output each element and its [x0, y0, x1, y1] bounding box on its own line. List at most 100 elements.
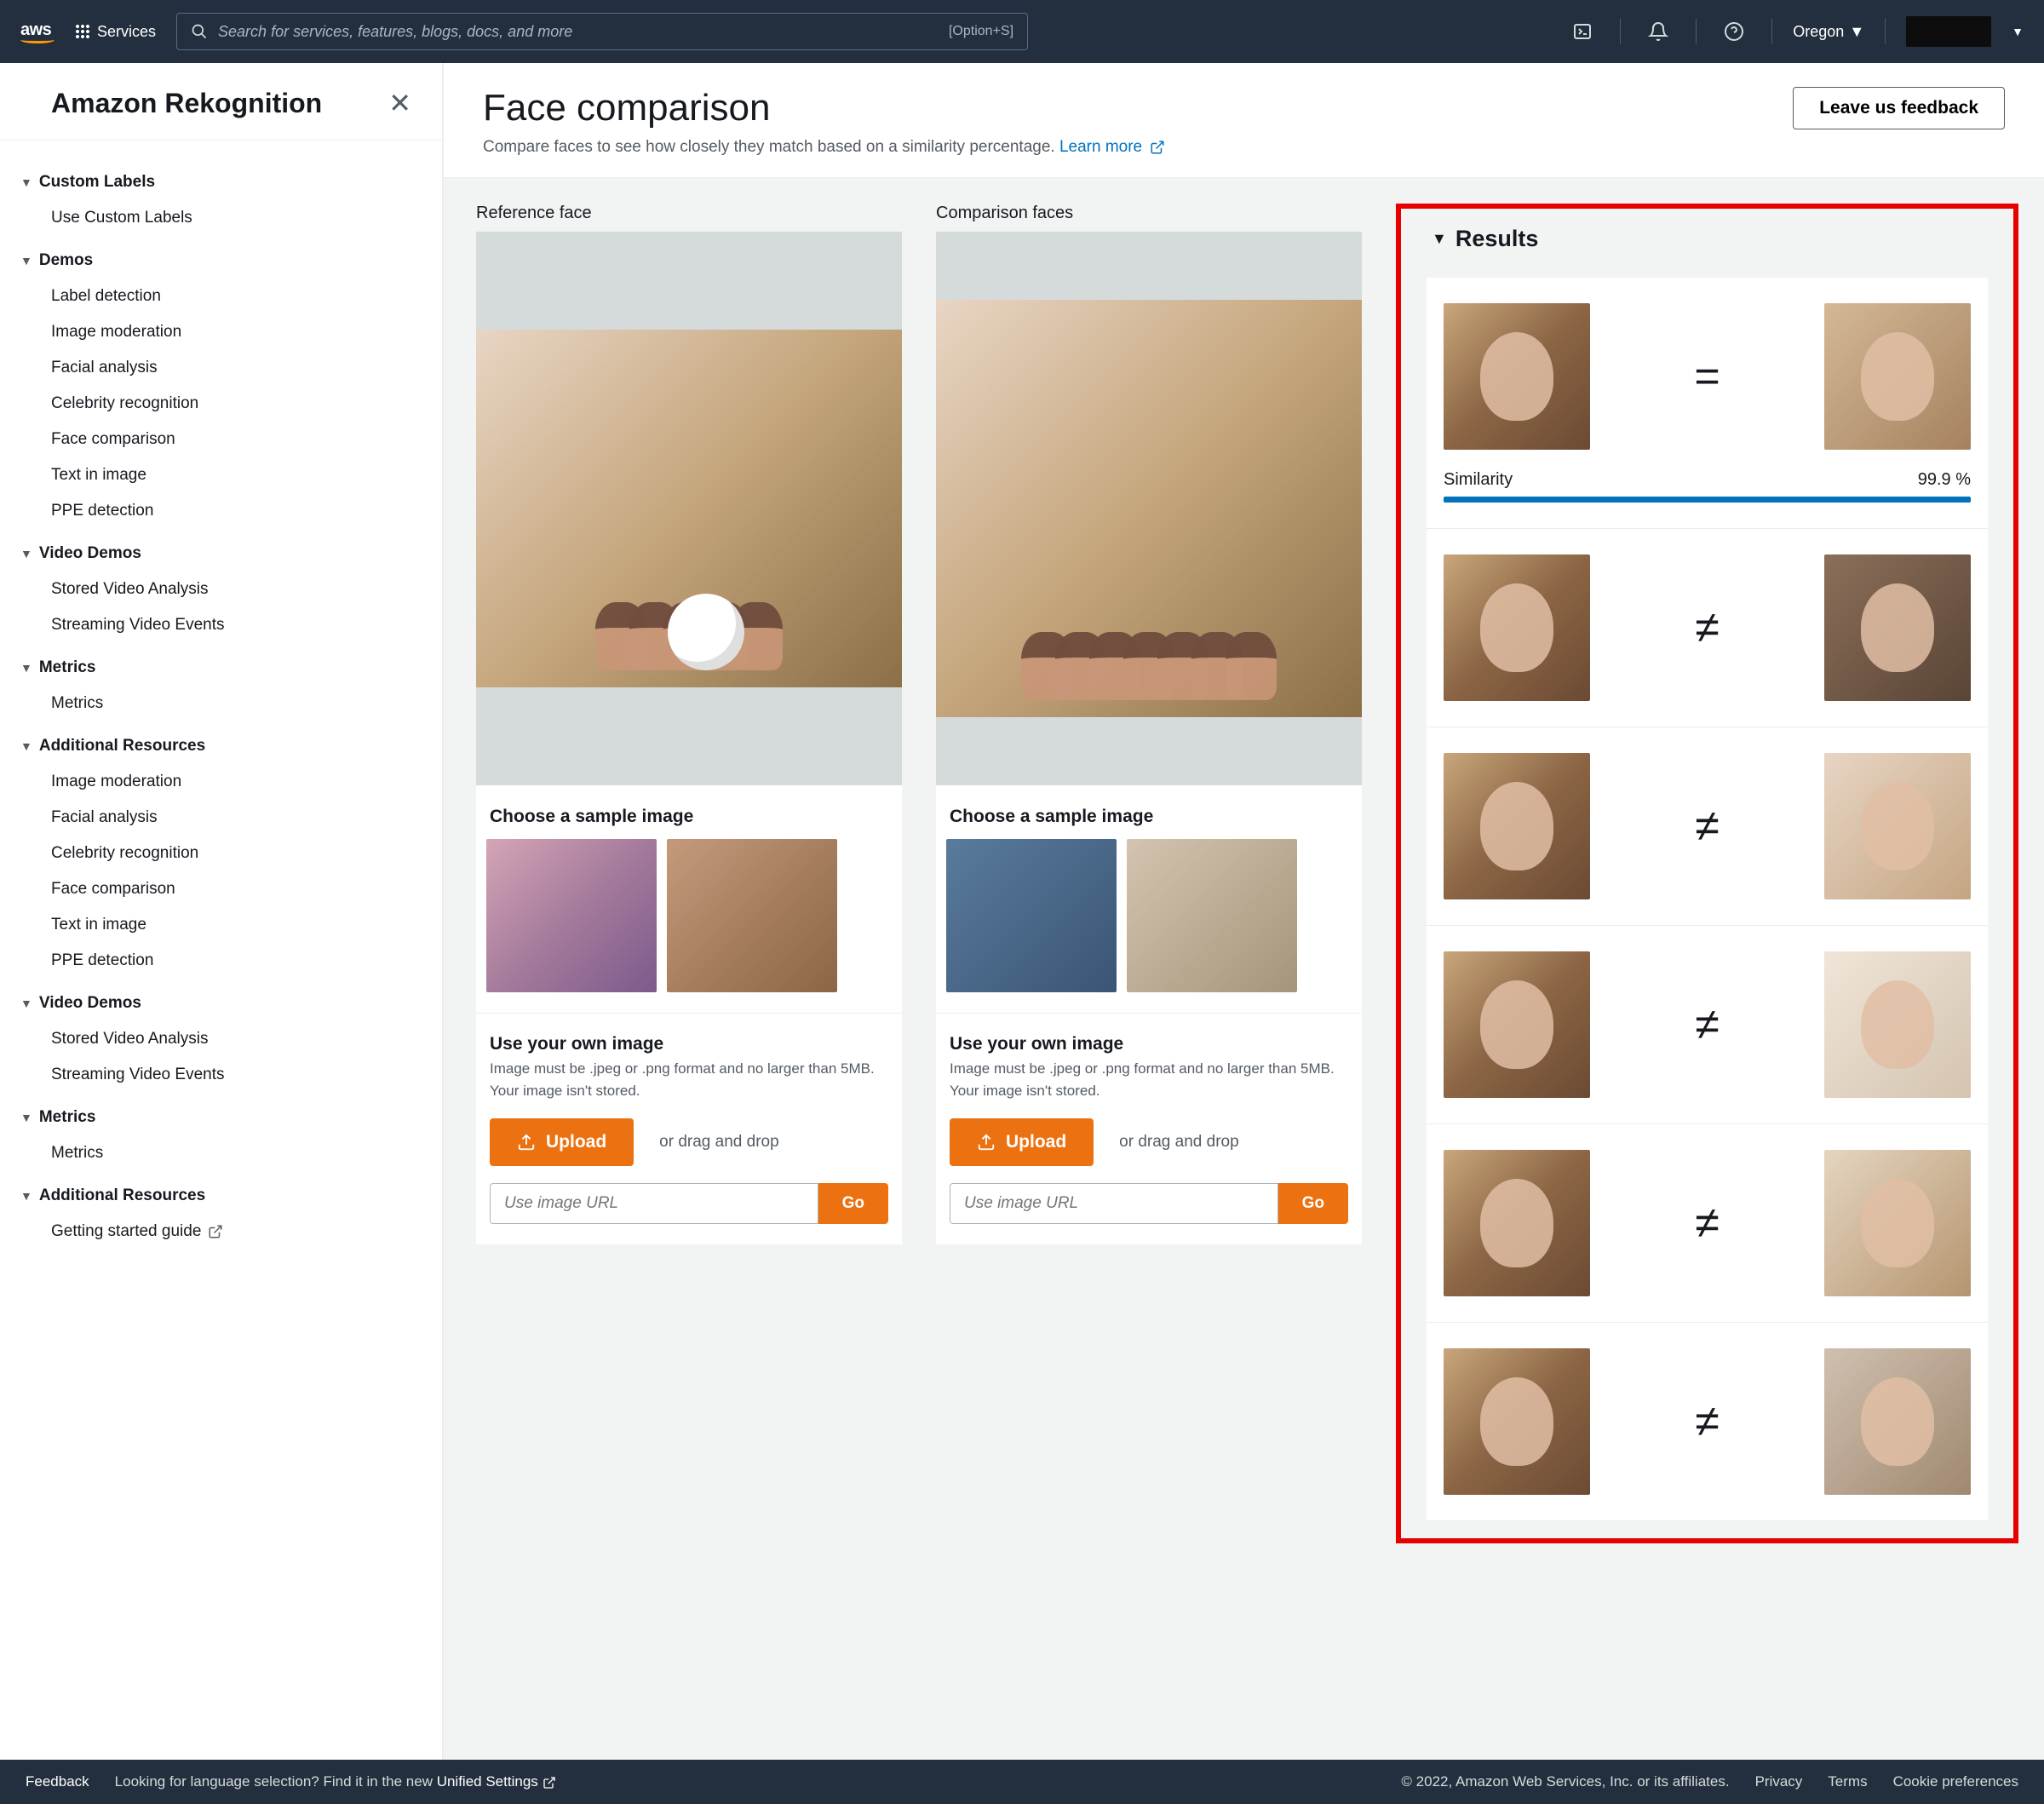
- sidebar-item-celebrity-recognition[interactable]: Celebrity recognition: [0, 386, 442, 422]
- region-selector[interactable]: Oregon ▼: [1793, 23, 1864, 41]
- sidebar-item-streaming-video-events[interactable]: Streaming Video Events: [0, 1057, 442, 1093]
- equals-icon: =: [1694, 351, 1720, 402]
- caret-down-icon: ▼: [20, 1111, 32, 1124]
- go-button[interactable]: Go: [1278, 1183, 1348, 1224]
- upload-icon: [977, 1133, 996, 1152]
- cloudshell-icon[interactable]: [1565, 14, 1599, 49]
- page-subtitle: Compare faces to see how closely they ma…: [483, 138, 1165, 157]
- page-title: Face comparison: [483, 87, 1165, 129]
- footer-terms-link[interactable]: Terms: [1828, 1773, 1867, 1790]
- sidebar-item-metrics[interactable]: Metrics: [0, 1135, 442, 1171]
- drag-drop-text: or drag and drop: [659, 1131, 779, 1154]
- comparison-image-frame: [936, 232, 1362, 785]
- sidebar-item-text-in-image[interactable]: Text in image: [0, 907, 442, 943]
- results-header[interactable]: ▼ Results: [1427, 226, 1988, 252]
- caret-down-icon: ▼: [20, 997, 32, 1010]
- result-comparison-thumb: [1824, 1348, 1971, 1495]
- sidebar-item-celebrity-recognition[interactable]: Celebrity recognition: [0, 836, 442, 871]
- sidebar-item-use-custom-labels[interactable]: Use Custom Labels: [0, 200, 442, 236]
- aws-logo[interactable]: aws: [20, 20, 55, 43]
- sidebar-item-metrics[interactable]: Metrics: [0, 686, 442, 721]
- sidebar-item-getting-started-guide[interactable]: Getting started guide: [0, 1214, 442, 1250]
- leave-feedback-button[interactable]: Leave us feedback: [1793, 87, 2005, 129]
- sidebar-item-ppe-detection[interactable]: PPE detection: [0, 493, 442, 529]
- sample-thumb[interactable]: [1127, 839, 1297, 992]
- comparison-label: Comparison faces: [936, 204, 1362, 223]
- sidebar-title: Amazon Rekognition: [51, 88, 322, 119]
- search-icon: [191, 23, 208, 40]
- sidebar-item-text-in-image[interactable]: Text in image: [0, 457, 442, 493]
- sidebar-item-stored-video-analysis[interactable]: Stored Video Analysis: [0, 572, 442, 607]
- not-equals-icon: ≠: [1695, 1198, 1720, 1249]
- caret-down-icon: ▼: [20, 739, 32, 753]
- search-shortcut: [Option+S]: [949, 24, 1013, 39]
- reference-label: Reference face: [476, 204, 902, 223]
- drag-drop-text: or drag and drop: [1119, 1131, 1239, 1154]
- services-label: Services: [97, 23, 156, 41]
- sidebar-item-label-detection[interactable]: Label detection: [0, 279, 442, 314]
- sidebar-section-additional-resources[interactable]: ▼Additional Resources: [0, 721, 442, 764]
- sidebar-item-image-moderation[interactable]: Image moderation: [0, 764, 442, 800]
- sample-thumb[interactable]: [486, 839, 657, 992]
- go-button[interactable]: Go: [818, 1183, 888, 1224]
- sidebar-section-additional-resources[interactable]: ▼Additional Resources: [0, 1171, 442, 1214]
- result-comparison-thumb: [1824, 1150, 1971, 1296]
- chevron-down-icon: ▼: [2012, 25, 2024, 38]
- sidebar-item-facial-analysis[interactable]: Facial analysis: [0, 350, 442, 386]
- sidebar-item-stored-video-analysis[interactable]: Stored Video Analysis: [0, 1021, 442, 1057]
- sidebar-item-streaming-video-events[interactable]: Streaming Video Events: [0, 607, 442, 643]
- sidebar-section-metrics[interactable]: ▼Metrics: [0, 1093, 442, 1135]
- search-bar[interactable]: [Option+S]: [176, 13, 1028, 50]
- sidebar-section-custom-labels[interactable]: ▼Custom Labels: [0, 158, 442, 200]
- caret-down-icon: ▼: [20, 254, 32, 267]
- learn-more-link[interactable]: Learn more: [1059, 138, 1165, 156]
- footer: Feedback Looking for language selection?…: [0, 1760, 2044, 1804]
- close-icon[interactable]: ✕: [388, 87, 411, 119]
- search-input[interactable]: [218, 23, 939, 41]
- sidebar-item-face-comparison[interactable]: Face comparison: [0, 422, 442, 457]
- sidebar-section-video-demos[interactable]: ▼Video Demos: [0, 529, 442, 572]
- notifications-icon[interactable]: [1641, 14, 1675, 49]
- sidebar-item-image-moderation[interactable]: Image moderation: [0, 314, 442, 350]
- sample-thumb[interactable]: [946, 839, 1117, 992]
- sidebar-item-facial-analysis[interactable]: Facial analysis: [0, 800, 442, 836]
- footer-cookie-link[interactable]: Cookie preferences: [1893, 1773, 2018, 1790]
- own-image-title: Use your own image: [490, 1034, 888, 1054]
- help-icon[interactable]: [1717, 14, 1751, 49]
- chevron-down-icon: ▼: [1849, 23, 1864, 41]
- services-menu[interactable]: Services: [75, 23, 156, 41]
- not-equals-icon: ≠: [1695, 999, 1720, 1050]
- sidebar-section-metrics[interactable]: ▼Metrics: [0, 643, 442, 686]
- similarity-bar: [1444, 497, 1971, 503]
- result-reference-thumb: [1444, 1150, 1590, 1296]
- result-reference-thumb: [1444, 753, 1590, 899]
- external-link-icon: [208, 1224, 223, 1239]
- footer-feedback-link[interactable]: Feedback: [26, 1773, 89, 1790]
- result-reference-thumb: [1444, 1348, 1590, 1495]
- image-url-input[interactable]: [950, 1183, 1278, 1224]
- upload-icon: [517, 1133, 536, 1152]
- caret-down-icon: ▼: [20, 175, 32, 189]
- not-equals-icon: ≠: [1695, 1396, 1720, 1447]
- sidebar-item-face-comparison[interactable]: Face comparison: [0, 871, 442, 907]
- caret-down-icon: ▼: [20, 1189, 32, 1203]
- unified-settings-link[interactable]: Unified Settings: [437, 1773, 556, 1790]
- upload-button[interactable]: Upload: [950, 1118, 1094, 1166]
- reference-image: [476, 330, 902, 687]
- account-menu[interactable]: [1906, 16, 1991, 47]
- upload-button[interactable]: Upload: [490, 1118, 634, 1166]
- footer-lang-text: Looking for language selection? Find it …: [115, 1773, 556, 1790]
- caret-down-icon: ▼: [20, 547, 32, 560]
- sample-thumb[interactable]: [667, 839, 837, 992]
- external-link-icon: [543, 1776, 556, 1790]
- sidebar-section-demos[interactable]: ▼Demos: [0, 236, 442, 279]
- similarity-label: Similarity: [1444, 470, 1513, 490]
- result-row: ≠: [1427, 1124, 1988, 1323]
- result-reference-thumb: [1444, 303, 1590, 450]
- footer-privacy-link[interactable]: Privacy: [1755, 1773, 1803, 1790]
- image-url-input[interactable]: [490, 1183, 818, 1224]
- sidebar-section-video-demos[interactable]: ▼Video Demos: [0, 979, 442, 1021]
- sidebar-item-ppe-detection[interactable]: PPE detection: [0, 943, 442, 979]
- grid-icon: [75, 24, 90, 39]
- caret-down-icon: ▼: [20, 661, 32, 675]
